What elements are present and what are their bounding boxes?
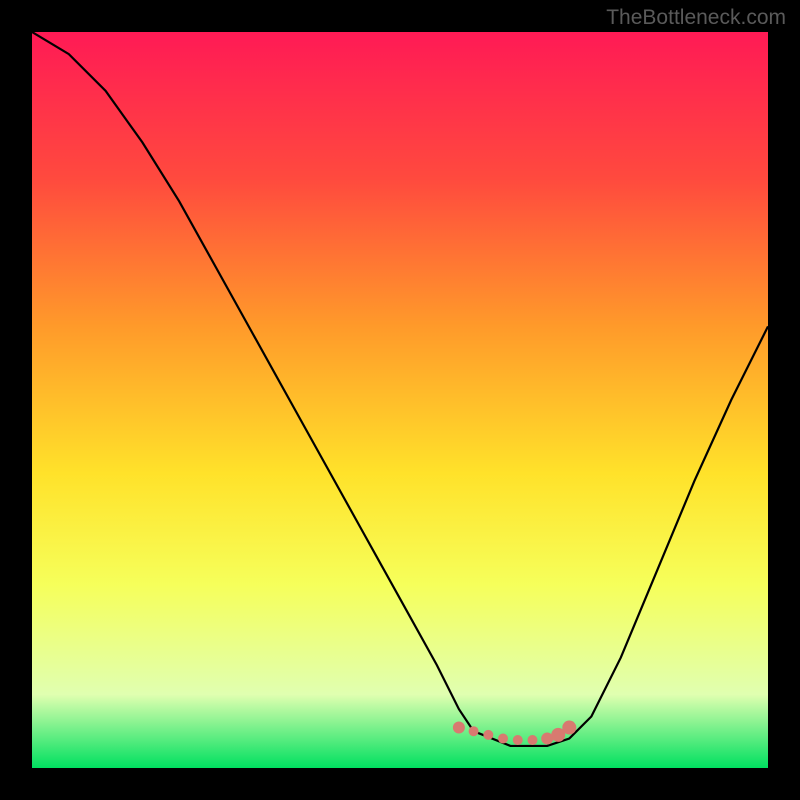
highlight-point [469,726,479,736]
highlight-point [498,734,508,744]
highlight-point [527,735,537,745]
attribution-text: TheBottleneck.com [606,6,786,30]
highlight-point [562,721,576,735]
chart-svg [32,32,768,768]
highlight-point [513,735,523,745]
highlight-point [483,730,493,740]
highlight-point [453,722,465,734]
chart-plot-area [32,32,768,768]
